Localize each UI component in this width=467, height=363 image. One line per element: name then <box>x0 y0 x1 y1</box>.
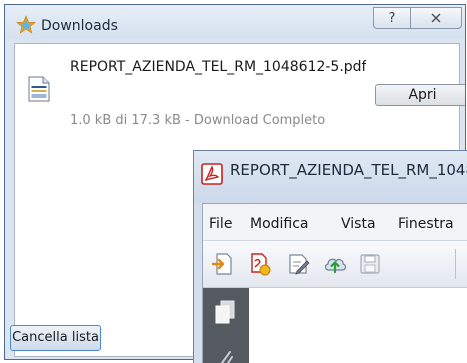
menu-bar: File Modifica Vista Finestra <box>203 204 467 240</box>
download-file-name: REPORT_AZIENDA_TEL_RM_1048612-5.pdf <box>70 59 366 75</box>
document-file-icon <box>28 76 50 102</box>
acrobat-title: REPORT_AZIENDA_TEL_RM_1048612-5.pdf <box>230 161 467 179</box>
help-button[interactable]: ? <box>373 7 411 29</box>
save-icon[interactable] <box>358 252 382 276</box>
menu-finestra[interactable]: Finestra <box>398 216 454 232</box>
pages-icon[interactable] <box>213 300 237 326</box>
create-pdf-icon[interactable] <box>211 252 235 276</box>
document-area[interactable] <box>249 288 467 363</box>
toolbar <box>203 240 467 288</box>
attachments-icon[interactable] <box>217 348 235 363</box>
help-icon: ? <box>388 10 396 26</box>
navigation-pane <box>203 288 249 363</box>
upload-cloud-icon[interactable] <box>323 252 347 276</box>
menu-vista[interactable]: Vista <box>341 216 376 232</box>
screen: Downloads ? REPORT_AZIENDA_TEL_RM_104861… <box>0 0 467 363</box>
close-button[interactable] <box>410 7 462 29</box>
edit-icon[interactable] <box>287 252 311 276</box>
downloads-title: Downloads <box>41 18 118 34</box>
close-icon <box>431 13 441 23</box>
acrobat-window: REPORT_AZIENDA_TEL_RM_1048612-5.pdf File… <box>193 150 467 363</box>
menu-modifica[interactable]: Modifica <box>250 216 309 232</box>
star-download-icon <box>16 15 36 34</box>
open-button[interactable]: Apri <box>375 84 465 106</box>
downloads-titlebar[interactable]: Downloads ? <box>5 5 465 39</box>
download-status: 1.0 kB di 17.3 kB - Download Completo <box>70 113 326 128</box>
acrobat-app-icon <box>201 163 223 185</box>
acrobat-body: File Modifica Vista Finestra <box>202 203 467 363</box>
menu-file[interactable]: File <box>209 216 232 232</box>
combine-files-icon[interactable] <box>248 252 272 276</box>
clear-list-button[interactable]: Cancella lista <box>10 325 101 351</box>
acrobat-titlebar[interactable]: REPORT_AZIENDA_TEL_RM_1048612-5.pdf <box>194 151 467 203</box>
toolbar-separator <box>455 249 456 279</box>
